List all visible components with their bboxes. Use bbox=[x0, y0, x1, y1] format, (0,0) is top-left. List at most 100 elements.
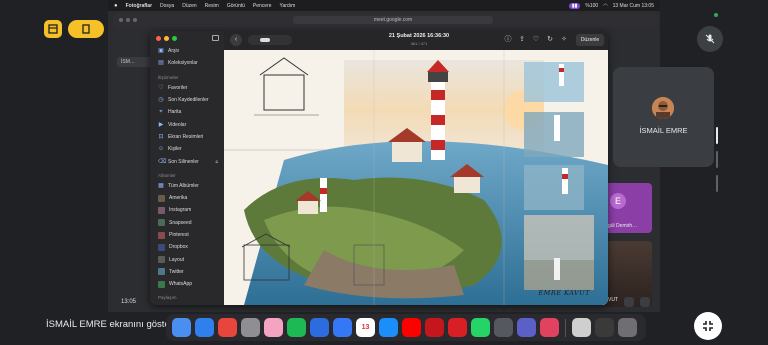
mic-off-icon bbox=[705, 34, 715, 44]
sidebar-item-album[interactable]: Amerika bbox=[150, 192, 224, 204]
menubar-clock[interactable]: 13 Mar Cum 13:05 bbox=[613, 3, 654, 9]
sidebar-item-screenshots[interactable]: ⊡ Ekran Resimleri bbox=[150, 131, 224, 143]
dock-youtube-icon[interactable] bbox=[402, 318, 421, 337]
dock-photos-icon[interactable] bbox=[264, 318, 283, 337]
address-bar[interactable]: meet.google.com bbox=[293, 16, 493, 24]
menu-view[interactable]: Görüntü bbox=[227, 3, 245, 9]
sidebar-item-collections[interactable]: ▤ Koleksiyonlar bbox=[150, 57, 224, 69]
sidebar-item-album[interactable]: Dropbox bbox=[150, 241, 224, 253]
menu-edit[interactable]: Düzen bbox=[182, 3, 196, 9]
dock-scrobbles-icon[interactable] bbox=[540, 318, 559, 337]
info-icon[interactable]: ⓘ bbox=[504, 36, 512, 44]
chevron-left-icon: ‹ bbox=[234, 36, 238, 43]
menubar-app-name[interactable]: Fotoğraflar bbox=[126, 3, 152, 9]
video-icon: ▶ bbox=[158, 121, 164, 128]
dock-acrobat-icon[interactable] bbox=[425, 318, 444, 337]
edit-button[interactable]: Düzenle bbox=[576, 34, 604, 46]
trash-icon: ⌫ bbox=[158, 158, 167, 165]
dock-safari-icon[interactable] bbox=[195, 318, 214, 337]
recent-icon: ◷ bbox=[158, 97, 164, 104]
heart-icon[interactable]: ♡ bbox=[532, 36, 540, 44]
menu-window[interactable]: Pencere bbox=[253, 3, 272, 9]
sidebar-item-people[interactable]: ☺ Kişiler bbox=[150, 143, 224, 155]
menu-file[interactable]: Dosya bbox=[160, 3, 174, 9]
dock-mail-alt-icon[interactable] bbox=[310, 318, 329, 337]
close-window-button[interactable] bbox=[156, 36, 161, 41]
sidebar-item-album[interactable]: Twitter bbox=[150, 266, 224, 278]
album-thumb-icon bbox=[158, 219, 165, 227]
sidebar-section-shared: Paylaşım bbox=[158, 295, 177, 301]
share-icon[interactable]: ⇪ bbox=[518, 36, 526, 44]
dock-system-settings-icon[interactable] bbox=[241, 318, 260, 337]
sidebar-item-videos[interactable]: ▶ Videolar bbox=[150, 118, 224, 130]
avatar bbox=[652, 97, 674, 119]
collections-icon: ▤ bbox=[158, 60, 164, 67]
back-button[interactable]: ‹ bbox=[230, 34, 242, 46]
participant-tile-self[interactable]: İSMAİL EMRE bbox=[613, 67, 714, 167]
sidebar-item-all-albums[interactable]: ▦ Tüm Albümler bbox=[150, 180, 224, 192]
profile-photo bbox=[652, 97, 674, 119]
sidebar-item-map[interactable]: ⌖ Harita bbox=[150, 106, 224, 118]
dock-whatsapp-icon[interactable] bbox=[471, 318, 490, 337]
rotate-icon[interactable]: ↻ bbox=[546, 36, 554, 44]
dock-finder-icon[interactable] bbox=[172, 318, 191, 337]
sidebar-item-archive[interactable]: ▣ Arşiv bbox=[150, 45, 224, 57]
screenshot-icon: ⊡ bbox=[158, 133, 164, 140]
dock-teams-icon[interactable] bbox=[517, 318, 536, 337]
sidebar-item-favorites[interactable]: ♡ Favoriler bbox=[150, 82, 224, 94]
minimize-window-button[interactable] bbox=[164, 36, 169, 41]
dock-keynote-icon[interactable] bbox=[494, 318, 513, 337]
enhance-icon[interactable]: ✧ bbox=[560, 36, 568, 44]
slider-knob[interactable] bbox=[260, 38, 270, 42]
photo-title: 21 Şubat 2026 16:36:30 bbox=[388, 33, 450, 39]
tile-pager[interactable] bbox=[716, 127, 719, 199]
window-traffic-lights bbox=[156, 36, 177, 41]
mic-muted-button[interactable] bbox=[697, 26, 723, 52]
album-thumb-icon bbox=[158, 206, 165, 214]
wifi-icon[interactable]: ◠ bbox=[603, 3, 607, 9]
sidebar-item-album[interactable]: Layout bbox=[150, 253, 224, 265]
shared-screen: ● Fotoğraflar Dosya Düzen Resim Görüntü … bbox=[108, 0, 660, 312]
presentation-controls bbox=[44, 20, 104, 38]
pager-dot[interactable] bbox=[716, 127, 718, 144]
dock-mail-icon[interactable] bbox=[333, 318, 352, 337]
pager-dot[interactable] bbox=[716, 151, 718, 168]
exit-fullscreen-button[interactable] bbox=[694, 312, 722, 340]
dock-separator bbox=[565, 318, 566, 337]
photo-viewer[interactable]: EMRE KAVUT bbox=[224, 50, 608, 305]
sidebar-item-deleted[interactable]: ⌫ Son Silinenler 🔒︎ bbox=[150, 155, 224, 167]
presentation-icon bbox=[82, 24, 90, 34]
dock-trash-icon[interactable] bbox=[618, 318, 637, 337]
sidebar-item-album[interactable]: Instagram bbox=[150, 204, 224, 216]
menu-help[interactable]: Yardım bbox=[280, 3, 296, 9]
zoom-window-button[interactable] bbox=[172, 36, 177, 41]
dock-window-2-icon[interactable] bbox=[595, 318, 614, 337]
browser-traffic-lights bbox=[119, 18, 137, 22]
presentation-toggle-button[interactable] bbox=[68, 20, 104, 38]
mac-dock: 13 bbox=[166, 314, 646, 341]
sidebar-item-recent[interactable]: ◷ Son Kaydedilenler bbox=[150, 94, 224, 106]
zoom-slider[interactable] bbox=[248, 35, 292, 45]
shared-meet-control bbox=[640, 297, 650, 307]
layout-button[interactable] bbox=[44, 20, 62, 38]
artist-signature: EMRE KAVUT bbox=[538, 289, 590, 297]
dock-spotify-icon[interactable] bbox=[287, 318, 306, 337]
apple-icon[interactable]: ● bbox=[114, 3, 118, 9]
sidebar-item-album[interactable]: Pinterest bbox=[150, 229, 224, 241]
dock-chrome-icon[interactable] bbox=[218, 318, 237, 337]
dock-calendar-icon[interactable]: 13 bbox=[356, 318, 375, 337]
activity-indicator bbox=[714, 13, 718, 17]
sidebar-item-album[interactable]: Snapseed bbox=[150, 217, 224, 229]
menu-image[interactable]: Resim bbox=[205, 3, 219, 9]
dock-app-store-icon[interactable] bbox=[379, 318, 398, 337]
sidebar-section-utilities: İliştirmeler bbox=[158, 74, 179, 80]
pager-dot[interactable] bbox=[716, 175, 718, 192]
dock-acrobat-2-icon[interactable] bbox=[448, 318, 467, 337]
toolbar-actions: ⓘ ⇪ ♡ ↻ ✧ bbox=[504, 36, 568, 44]
album-thumb-icon bbox=[158, 256, 165, 264]
sidebar-item-album[interactable]: WhatsApp bbox=[150, 278, 224, 290]
album-thumb-icon bbox=[158, 280, 165, 288]
dock-window-1-icon[interactable] bbox=[572, 318, 591, 337]
screen-share-status-icon[interactable]: ▮▮ bbox=[568, 2, 581, 9]
sidebar-toggle-icon[interactable] bbox=[212, 35, 219, 41]
